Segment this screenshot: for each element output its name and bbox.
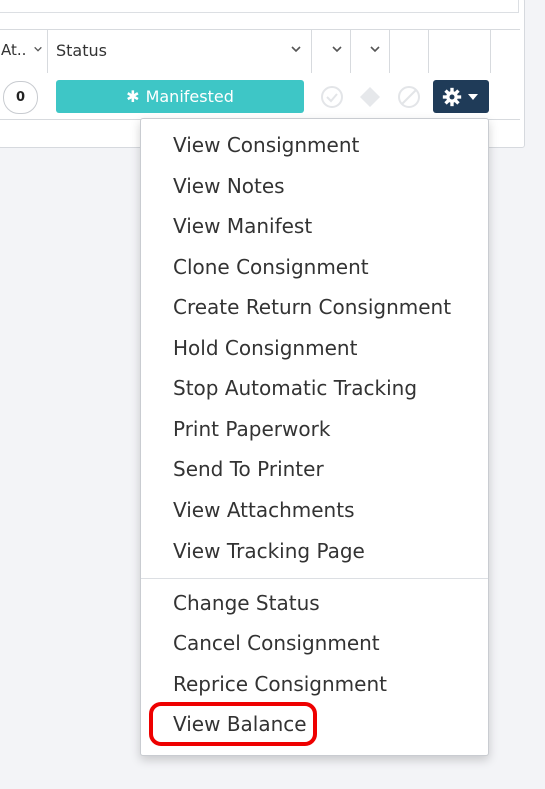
menu-item-view-attachments[interactable]: View Attachments [173, 498, 354, 522]
menu-item-view-manifest[interactable]: View Manifest [173, 214, 312, 238]
menu-divider [141, 578, 488, 579]
asterisk-icon: ✱ [126, 87, 140, 106]
menu-item-reprice-consignment[interactable]: Reprice Consignment [173, 672, 387, 696]
chevron-down-icon[interactable] [33, 44, 43, 54]
column-header-empty-3 [491, 30, 520, 73]
chevron-down-icon[interactable] [331, 43, 343, 55]
caret-down-icon [468, 94, 478, 100]
highlight-box [149, 702, 317, 746]
menu-item-cancel-consignment[interactable]: Cancel Consignment [173, 631, 380, 655]
menu-item-view-tracking-page[interactable]: View Tracking Page [173, 539, 365, 563]
column-header-empty-1 [390, 30, 429, 73]
table-header: At.. Status [0, 29, 520, 74]
menu-item-send-to-printer[interactable]: Send To Printer [173, 457, 324, 481]
menu-item-view-notes[interactable]: View Notes [173, 174, 285, 198]
attachment-count-badge: 0 [3, 81, 38, 114]
column-header-label: At.. [1, 41, 27, 59]
status-label: Manifested [145, 87, 234, 106]
menu-item-create-return-consignment[interactable]: Create Return Consignment [173, 295, 451, 319]
menu-item-view-consignment[interactable]: View Consignment [173, 133, 359, 157]
ban-icon[interactable] [397, 85, 421, 109]
menu-item-hold-consignment[interactable]: Hold Consignment [173, 336, 357, 360]
diamond-icon[interactable] [358, 85, 382, 109]
menu-item-print-paperwork[interactable]: Print Paperwork [173, 417, 330, 441]
table-row: 0 ✱ Manifested [0, 73, 520, 120]
panel-top-edge [0, 0, 519, 13]
column-header-status[interactable]: Status [48, 30, 312, 73]
chevron-down-icon[interactable] [369, 43, 381, 55]
column-header-filter-1[interactable] [312, 30, 351, 73]
actions-dropdown-menu: View Consignment View Notes View Manifes… [140, 118, 489, 756]
menu-item-change-status[interactable]: Change Status [173, 591, 320, 615]
column-header-empty-2 [429, 30, 491, 73]
gear-icon [442, 87, 462, 107]
column-header-attachments[interactable]: At.. [0, 30, 48, 73]
check-circle-icon[interactable] [320, 85, 344, 109]
actions-menu-button[interactable] [433, 80, 489, 113]
chevron-down-icon[interactable] [290, 43, 302, 55]
menu-item-clone-consignment[interactable]: Clone Consignment [173, 255, 369, 279]
column-header-filter-2[interactable] [351, 30, 390, 73]
column-header-label: Status [56, 41, 107, 60]
menu-item-stop-automatic-tracking[interactable]: Stop Automatic Tracking [173, 376, 417, 400]
status-badge[interactable]: ✱ Manifested [56, 80, 304, 113]
